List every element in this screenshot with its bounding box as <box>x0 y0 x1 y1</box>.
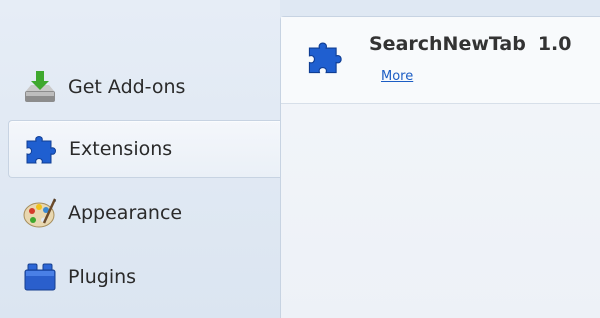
addon-version: 1.0 <box>537 33 572 55</box>
sidebar-item-label: Plugins <box>68 266 137 288</box>
palette-icon <box>22 195 58 231</box>
puzzle-icon <box>305 37 345 77</box>
category-sidebar: Get Add-ons Extensions Appearance Plugin… <box>0 0 280 318</box>
addon-title: SearchNewTab 1.0 <box>369 33 572 55</box>
sidebar-item-get-addons[interactable]: Get Add-ons <box>8 58 280 116</box>
sidebar-item-plugins[interactable]: Plugins <box>8 248 280 306</box>
sidebar-item-extensions[interactable]: Extensions <box>8 120 280 178</box>
addon-list-panel: SearchNewTab 1.0 More <box>280 16 600 318</box>
sidebar-item-label: Appearance <box>68 202 183 224</box>
get-addons-icon <box>22 69 58 105</box>
puzzle-icon <box>23 131 59 167</box>
lego-brick-icon <box>22 259 58 295</box>
addon-list-item[interactable]: SearchNewTab 1.0 More <box>281 17 600 104</box>
addon-name: SearchNewTab <box>369 33 526 55</box>
sidebar-item-label: Get Add-ons <box>68 76 186 98</box>
sidebar-item-appearance[interactable]: Appearance <box>8 184 280 242</box>
sidebar-item-label: Extensions <box>69 138 173 160</box>
more-link[interactable]: More <box>381 69 413 84</box>
